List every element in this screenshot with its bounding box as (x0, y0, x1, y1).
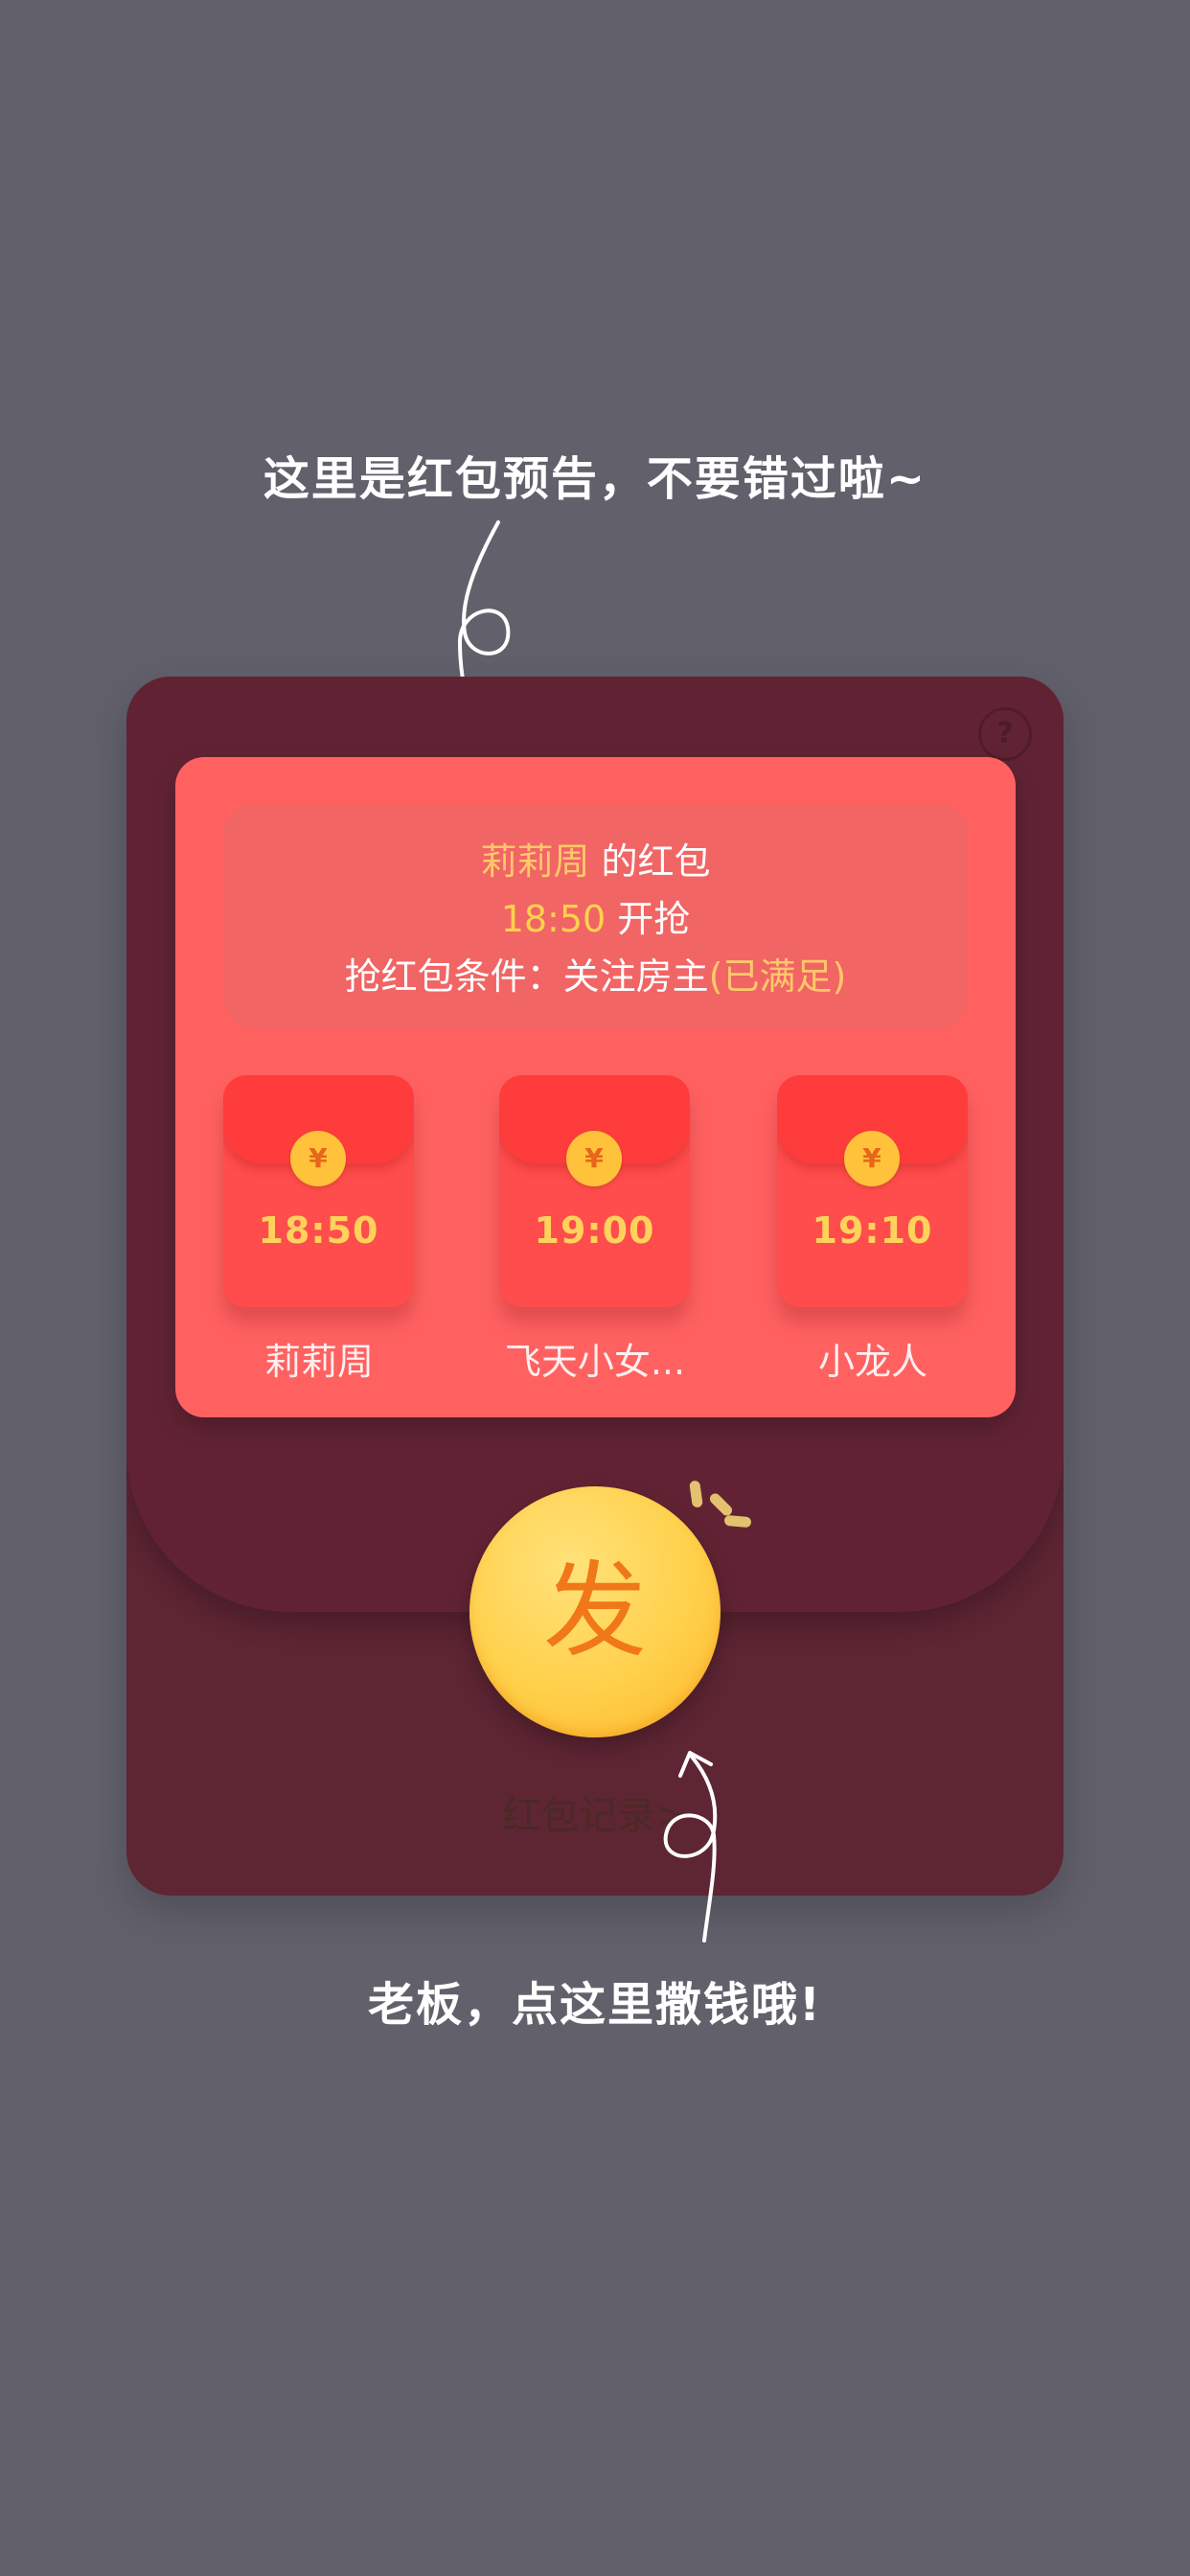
red-packet-time: 18:50 (258, 1209, 379, 1252)
red-packet-record-link[interactable]: 红包记录> (0, 1784, 1190, 1840)
start-suffix: 开抢 (606, 898, 691, 940)
yuan-coin-icon: ¥ (844, 1131, 900, 1186)
condition-status: (已满足) (708, 955, 847, 998)
sparkle-icon (682, 1476, 752, 1543)
red-packet-preview-panel: 莉莉周 的红包 18:50 开抢 抢红包条件：关注房主(已满足) ¥ 18:50… (175, 757, 1016, 1417)
red-packet-item[interactable]: ¥ 19:00 (499, 1075, 690, 1307)
red-packet-time: 19:10 (812, 1209, 933, 1252)
red-packet-name: 莉莉周 (263, 1341, 374, 1383)
condition-label: 抢红包条件：关注房主 (344, 955, 709, 998)
bottom-tip-text: 老板，点这里撒钱哦! (368, 1978, 822, 2032)
red-packet-item[interactable]: ¥ 19:10 (777, 1075, 968, 1307)
red-packet-time: 19:00 (534, 1209, 655, 1252)
red-packet-envelope: ¥ 19:10 (777, 1075, 968, 1307)
red-packet-name: 飞天小女... (504, 1341, 686, 1383)
sender-suffix: 的红包 (589, 840, 711, 883)
sender-name: 莉莉周 (480, 840, 590, 883)
preview-info-box: 莉莉周 的红包 18:50 开抢 抢红包条件：关注房主(已满足) (223, 805, 968, 1027)
top-tip-text: 这里是红包预告，不要错过啦~ (263, 452, 927, 506)
preview-time-line: 18:50 开抢 (223, 889, 968, 942)
start-time: 18:50 (500, 898, 606, 940)
red-packet-item[interactable]: ¥ 18:50 (223, 1075, 414, 1307)
red-packet-name: 小龙人 (817, 1341, 927, 1383)
preview-sender-line: 莉莉周 的红包 (223, 832, 968, 885)
yuan-coin-icon: ¥ (566, 1131, 622, 1186)
red-packet-envelope: ¥ 18:50 (223, 1075, 414, 1307)
bottom-curly-arrow-icon (663, 1751, 718, 1943)
red-packet-envelope: ¥ 19:00 (499, 1075, 690, 1307)
question-circle-icon[interactable]: ? (978, 707, 1032, 761)
preview-condition-line: 抢红包条件：关注房主(已满足) (223, 947, 968, 1000)
yuan-coin-icon: ¥ (290, 1131, 346, 1186)
